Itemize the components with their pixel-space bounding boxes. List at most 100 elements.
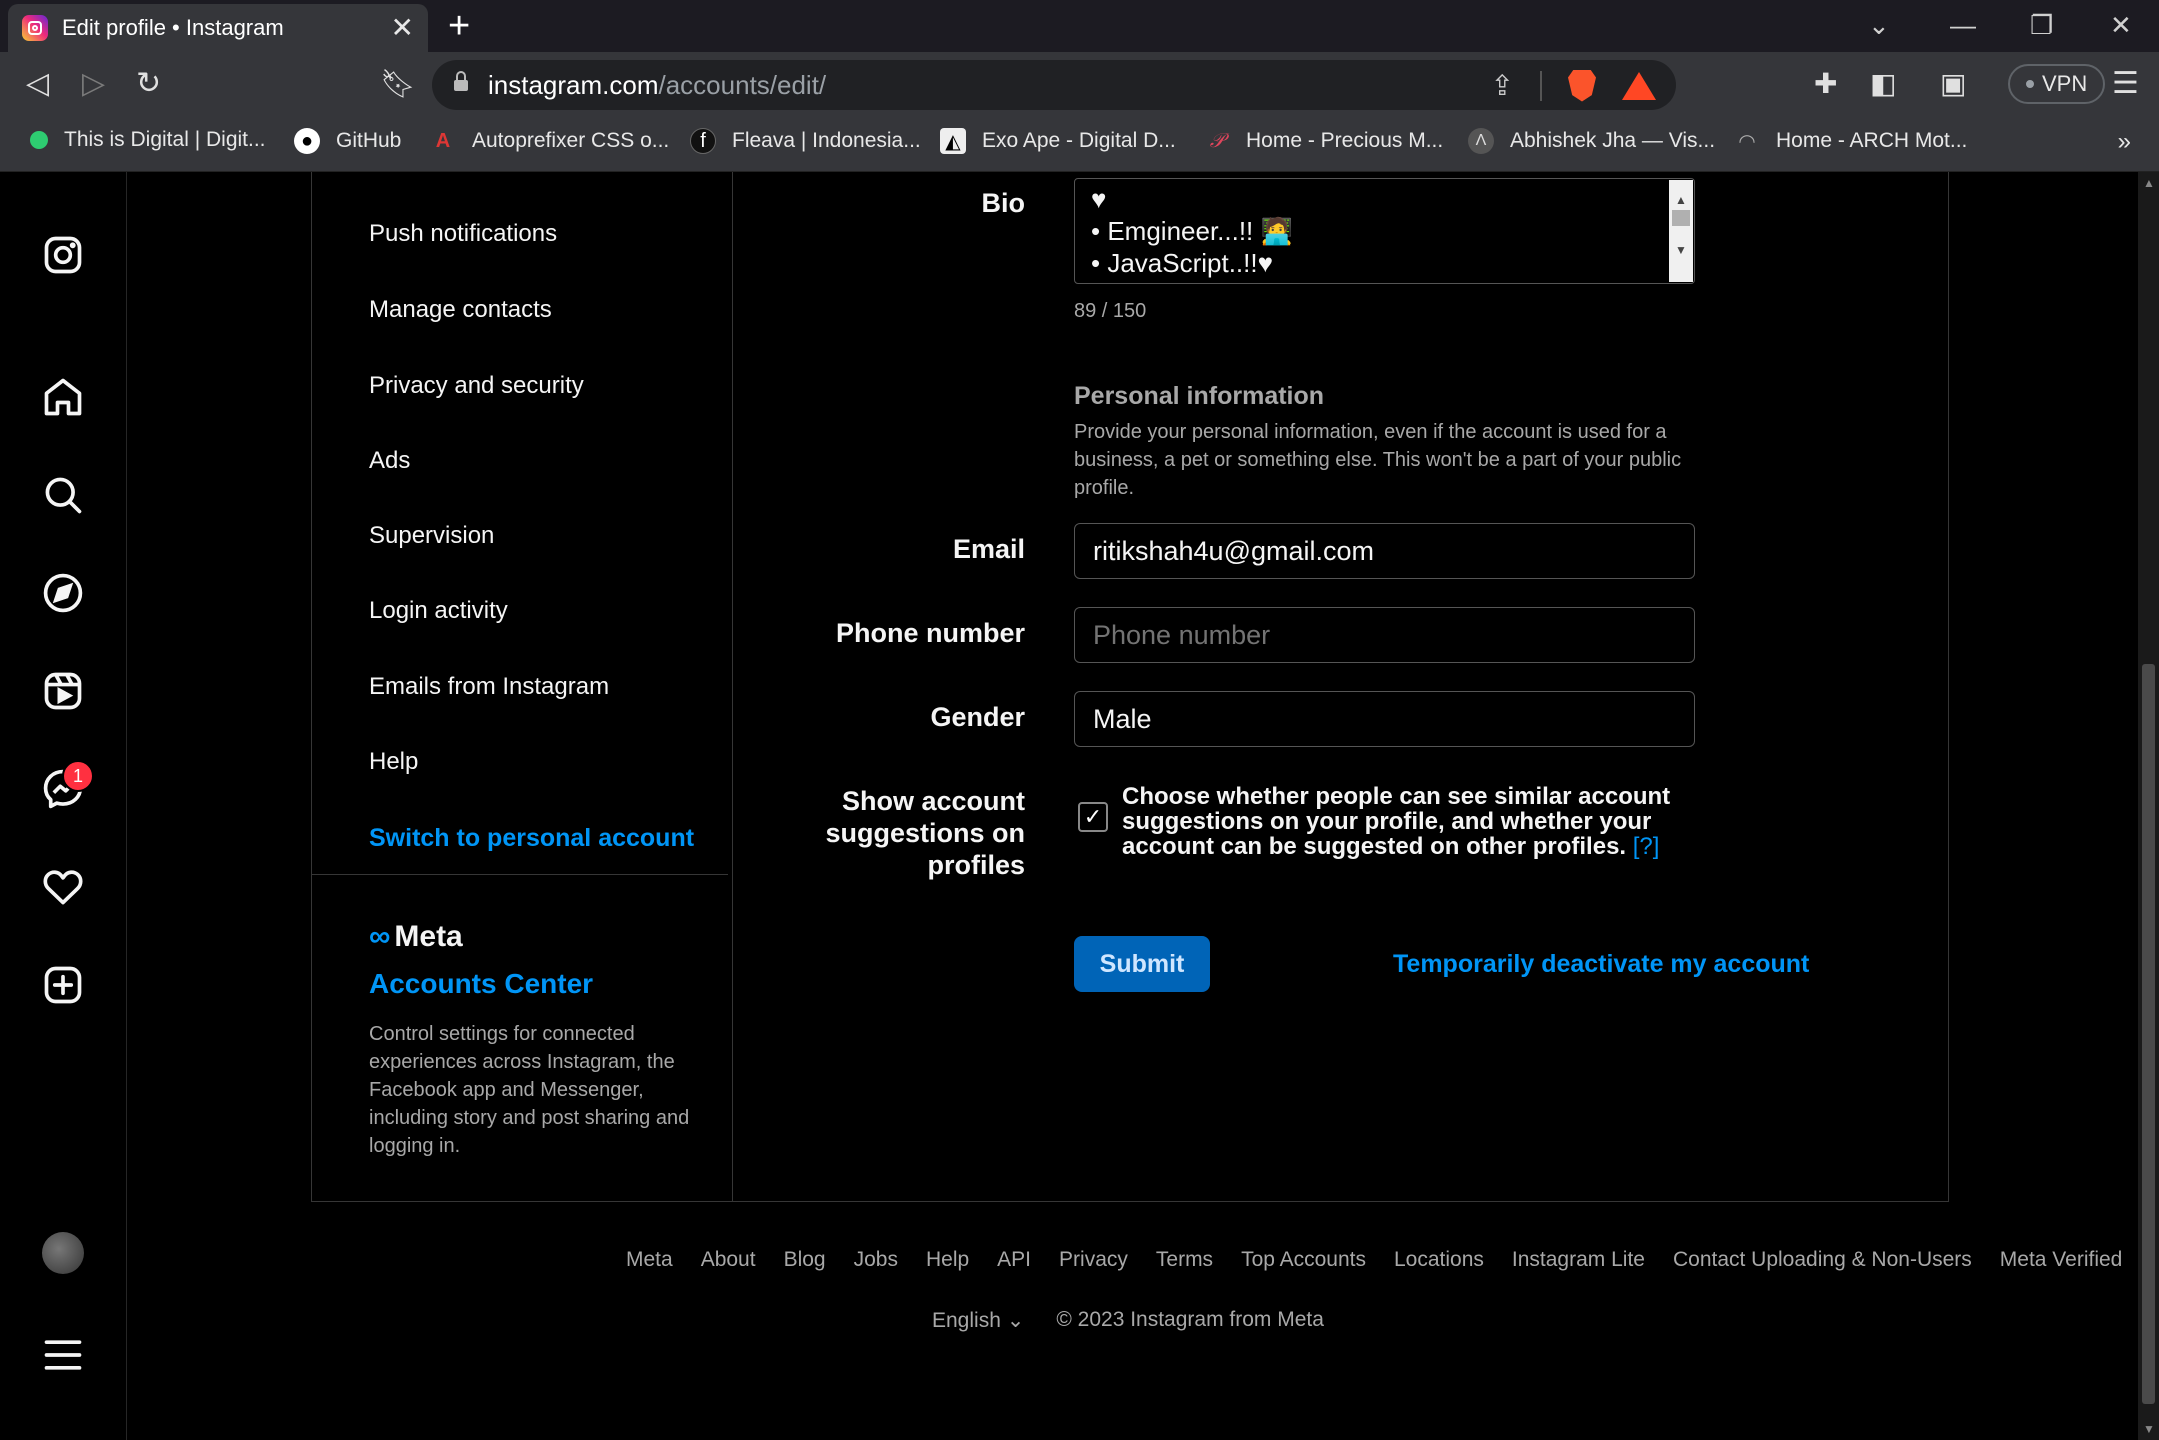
autoprefixer-icon: A	[435, 129, 451, 152]
scroll-thumb[interactable]	[1672, 210, 1690, 226]
explore-icon[interactable]	[40, 570, 86, 616]
accounts-center-link[interactable]: Accounts Center	[369, 968, 593, 1000]
bookmark-item[interactable]: This is Digital | Digit...	[30, 128, 266, 152]
suggestions-label-line1: Show account	[841, 786, 1025, 816]
extensions-icon[interactable]: ✚	[1814, 66, 1837, 102]
submit-button[interactable]: Submit	[1074, 936, 1210, 992]
divider	[312, 874, 728, 875]
bookmark-item[interactable]: ● GitHub	[294, 128, 401, 154]
bookmark-item[interactable]: f Fleava | Indonesia...	[690, 128, 921, 154]
meta-label: Meta	[394, 920, 463, 953]
bio-scrollbar[interactable]: ▲ ▼	[1669, 180, 1693, 282]
suggestions-checkbox[interactable]: ✓	[1078, 802, 1108, 832]
gender-field[interactable]: Male	[1074, 691, 1695, 747]
bookmark-item[interactable]: Λ Abhishek Jha — Vis...	[1468, 128, 1715, 154]
home-icon[interactable]	[40, 374, 86, 420]
footer-link[interactable]: Help	[926, 1248, 969, 1272]
menu-icon[interactable]: ☰	[2112, 66, 2139, 102]
share-icon[interactable]: ⇪	[1491, 69, 1514, 102]
phone-field[interactable]: Phone number	[1074, 607, 1695, 663]
menu-item-manage-contacts[interactable]: Manage contacts	[369, 296, 552, 324]
menu-item-help[interactable]: Help	[369, 748, 418, 776]
menu-item-login-activity[interactable]: Login activity	[369, 597, 508, 625]
menu-item-ads[interactable]: Ads	[369, 447, 410, 475]
browser-tab[interactable]: Edit profile • Instagram ✕	[8, 4, 428, 52]
footer-link[interactable]: Blog	[784, 1248, 826, 1272]
phone-label: Phone number	[835, 618, 1025, 648]
scroll-down-icon[interactable]: ▼	[2143, 1422, 2155, 1436]
footer-link[interactable]: Locations	[1394, 1248, 1484, 1272]
bookmark-item[interactable]: A Autoprefixer CSS o...	[430, 128, 670, 154]
scroll-thumb[interactable]	[2142, 664, 2155, 1404]
brave-shields-icon[interactable]	[1568, 69, 1596, 102]
footer-link[interactable]: Meta Verified	[2000, 1248, 2123, 1272]
sidebar-toggle-icon[interactable]: ◧	[1870, 66, 1896, 102]
tab-list-chevron-icon[interactable]: ⌄	[1868, 10, 1890, 41]
bookmark-label: Fleava | Indonesia...	[732, 129, 921, 152]
footer-bottom: English ⌄ © 2023 Instagram from Meta	[932, 1308, 1324, 1333]
footer-link[interactable]: Top Accounts	[1241, 1248, 1366, 1272]
deactivate-account-link[interactable]: Temporarily deactivate my account	[1393, 950, 1809, 979]
accounts-center-description: Control settings for connected experienc…	[369, 1023, 690, 1157]
menu-item-privacy-security[interactable]: Privacy and security	[369, 372, 584, 400]
suggestions-label-line3: profiles	[927, 850, 1025, 880]
bookmark-item[interactable]: ◠ Home - ARCH Mot...	[1734, 128, 1967, 154]
address-bar[interactable]: instagram.com /accounts/edit/ ⇪	[432, 60, 1676, 110]
reload-icon[interactable]: ↻	[136, 66, 161, 102]
switch-account-link[interactable]: Switch to personal account	[369, 824, 694, 853]
page-scrollbar[interactable]: ▲ ▼	[2138, 172, 2159, 1440]
fleava-icon: f	[690, 128, 716, 154]
bio-line: • JavaScript..!!♥	[1091, 248, 1274, 278]
arch-icon: ◠	[1738, 130, 1756, 153]
scroll-up-icon[interactable]: ▲	[2143, 176, 2155, 190]
scroll-down-icon[interactable]: ▼	[1675, 234, 1687, 266]
footer-link[interactable]: Terms	[1156, 1248, 1213, 1272]
footer-link[interactable]: API	[997, 1248, 1031, 1272]
create-post-icon[interactable]	[40, 962, 86, 1008]
window-close-icon[interactable]: ✕	[2110, 10, 2132, 41]
suggestions-label-line2: suggestions on	[825, 818, 1025, 848]
close-tab-icon[interactable]: ✕	[391, 14, 414, 42]
suggestions-help-link[interactable]: [?]	[1633, 833, 1660, 860]
url-host: instagram.com	[488, 69, 659, 100]
bookmark-item[interactable]: ◭ Exo Ape - Digital D...	[940, 128, 1176, 154]
footer-link[interactable]: About	[701, 1248, 756, 1272]
new-tab-icon[interactable]: +	[448, 6, 470, 46]
language-label: English	[932, 1309, 1001, 1332]
footer-link[interactable]: Jobs	[854, 1248, 898, 1272]
url-path: /accounts/edit/	[658, 69, 827, 100]
footer-link[interactable]: Meta	[626, 1248, 673, 1272]
forward-icon[interactable]: ▷	[82, 66, 105, 102]
reels-icon[interactable]	[40, 668, 86, 714]
instagram-logo-icon[interactable]	[40, 232, 86, 278]
vpn-button[interactable]: VPN	[2008, 64, 2106, 104]
email-field[interactable]: ritikshah4u@gmail.com	[1074, 523, 1695, 579]
brave-rewards-icon[interactable]	[1622, 71, 1656, 100]
heart-icon[interactable]	[40, 864, 86, 910]
chevron-down-icon: ⌄	[1006, 1309, 1025, 1332]
browser-tab-bar: Edit profile • Instagram ✕ + ⌄ — ❐ ✕	[0, 0, 2159, 52]
precious-icon: 𝒫	[1209, 129, 1225, 152]
footer-link[interactable]: Privacy	[1059, 1248, 1128, 1272]
bio-textarea[interactable]: ♥ • Emgineer...!! 🧑‍💻 • JavaScript..!!♥ …	[1074, 178, 1695, 284]
menu-item-supervision[interactable]: Supervision	[369, 522, 494, 550]
more-menu-icon[interactable]	[40, 1332, 86, 1378]
footer-links: Meta About Blog Jobs Help API Privacy Te…	[0, 1248, 2138, 1272]
back-icon[interactable]: ◁	[26, 66, 49, 102]
search-icon[interactable]	[40, 472, 86, 518]
bookmarks-overflow-icon[interactable]: »	[2118, 128, 2131, 156]
bookmark-label: Exo Ape - Digital D...	[982, 129, 1176, 152]
language-selector[interactable]: English ⌄	[932, 1308, 1024, 1333]
bookmark-icon[interactable]: 🔖︎	[380, 66, 416, 102]
bookmark-label: Abhishek Jha — Vis...	[1510, 129, 1716, 152]
footer-link[interactable]: Contact Uploading & Non-Users	[1673, 1248, 1972, 1272]
restore-icon[interactable]: ❐	[2030, 10, 2053, 41]
footer-link[interactable]: Instagram Lite	[1512, 1248, 1645, 1272]
bookmark-label: GitHub	[336, 129, 402, 152]
wallet-icon[interactable]: ▣	[1940, 66, 1966, 102]
bookmark-label: This is Digital | Digit...	[64, 128, 266, 151]
bookmark-item[interactable]: 𝒫 Home - Precious M...	[1204, 128, 1443, 154]
menu-item-emails[interactable]: Emails from Instagram	[369, 673, 609, 701]
minimize-icon[interactable]: —	[1950, 10, 1976, 41]
menu-item-push-notifications[interactable]: Push notifications	[369, 220, 557, 248]
